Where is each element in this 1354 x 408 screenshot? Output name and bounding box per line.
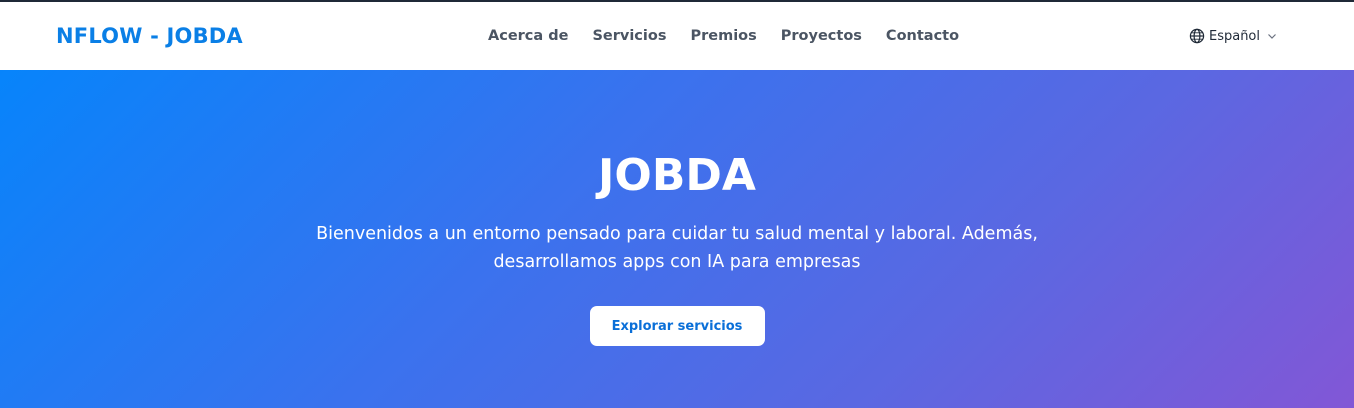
hero-subtitle-line-1: Bienvenidos a un entorno pensado para cu… — [316, 224, 1038, 244]
globe-icon — [1189, 28, 1205, 44]
chevron-down-icon — [1266, 30, 1278, 42]
hero-subtitle-line-2: desarrollamos apps con IA para empresas — [493, 252, 861, 272]
language-label: Español — [1208, 28, 1260, 44]
explore-services-button[interactable]: Explorar servicios — [589, 306, 765, 346]
navbar: NFLOW - JOBDA Acerca de Servicios Premio… — [0, 2, 1354, 70]
main-nav: Acerca de Servicios Premios Proyectos Co… — [488, 2, 959, 70]
nav-link-acerca-de[interactable]: Acerca de — [488, 28, 568, 44]
hero-section: JOBDA Bienvenidos a un entorno pensado p… — [0, 70, 1354, 408]
nav-link-proyectos[interactable]: Proyectos — [781, 28, 862, 44]
brand-logo[interactable]: NFLOW - JOBDA — [56, 24, 243, 48]
language-selector[interactable]: Español — [1189, 2, 1278, 70]
nav-link-servicios[interactable]: Servicios — [592, 28, 666, 44]
nav-link-contacto[interactable]: Contacto — [886, 28, 959, 44]
hero-subtitle: Bienvenidos a un entorno pensado para cu… — [297, 220, 1057, 276]
nav-link-premios[interactable]: Premios — [690, 28, 756, 44]
hero-title: JOBDA — [598, 150, 756, 201]
